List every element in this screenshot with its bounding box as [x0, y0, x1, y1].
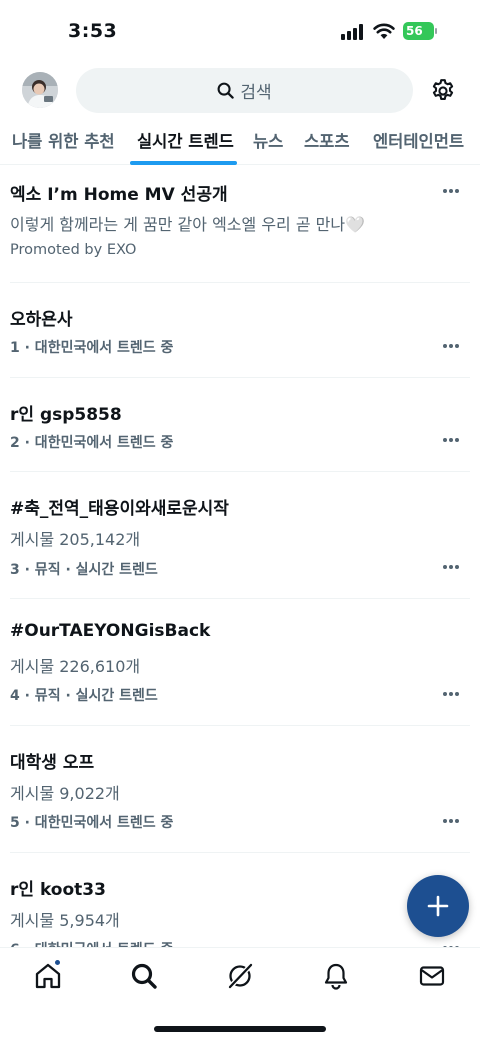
cellular-signal-icon	[341, 24, 363, 40]
home-indicator	[154, 1026, 326, 1032]
tab-sports[interactable]: 스포츠	[304, 128, 350, 152]
more-options-icon[interactable]	[442, 691, 460, 697]
trend-meta: 1 · 대한민국에서 트렌드 중	[10, 340, 174, 356]
trend-item[interactable]: #OurTAEYONGisBack 게시물 226,610개 4 · 뮤직 · …	[10, 599, 470, 726]
mail-icon[interactable]	[417, 961, 447, 991]
trend-item[interactable]: 오하욘사 1 · 대한민국에서 트렌드 중	[10, 283, 470, 378]
trend-title: 오하욘사	[10, 310, 73, 330]
trend-title: r인 koot33	[10, 880, 106, 900]
grok-icon[interactable]	[225, 961, 255, 991]
battery-nub	[435, 28, 437, 34]
battery-indicator: 56	[403, 22, 437, 40]
trend-post-count: 게시물 205,142개	[10, 530, 141, 549]
more-options-icon[interactable]	[442, 818, 460, 824]
plus-icon	[427, 895, 449, 917]
trend-post-count: 게시물 9,022개	[10, 784, 120, 803]
bell-icon[interactable]	[321, 961, 351, 991]
promoted-trend[interactable]: 엑소 I’m Home MV 선공개 이렇게 함께라는 게 꿈만 같아 엑소엘 …	[10, 165, 470, 283]
explore-tabs: 나를 위한 추천 실시간 트렌드 뉴스 스포츠 엔터테인먼트	[0, 120, 480, 165]
status-time: 3:53	[68, 20, 118, 42]
trend-meta: 5 · 대한민국에서 트렌드 중	[10, 815, 174, 831]
trend-item[interactable]: r인 gsp5858 2 · 대한민국에서 트렌드 중	[10, 378, 470, 472]
tab-for-you[interactable]: 나를 위한 추천	[12, 128, 115, 152]
trend-post-count: 게시물 226,610개	[10, 657, 141, 676]
trend-item[interactable]: 대학생 오프 게시물 9,022개 5 · 대한민국에서 트렌드 중	[10, 726, 470, 853]
trend-meta: 2 · 대한민국에서 트렌드 중	[10, 435, 174, 451]
battery-level: 56	[403, 22, 434, 40]
profile-avatar[interactable]	[22, 72, 58, 108]
more-options-icon[interactable]	[442, 343, 460, 349]
home-notification-dot	[54, 959, 61, 966]
trends-feed[interactable]: 엑소 I’m Home MV 선공개 이렇게 함께라는 게 꿈만 같아 엑소엘 …	[0, 165, 480, 947]
trend-meta: 6 · 대한민국에서 트렌드 중	[10, 939, 173, 947]
trend-post-count: 게시물 5,954개	[10, 911, 120, 930]
tab-trending[interactable]: 실시간 트렌드	[137, 128, 234, 152]
top-header: 검색	[0, 64, 480, 120]
trend-meta: 4 · 뮤직 · 실시간 트렌드	[10, 688, 158, 704]
search-icon	[217, 82, 235, 99]
search-placeholder: 검색	[240, 83, 272, 103]
bottom-navigation	[0, 947, 480, 1040]
trend-item[interactable]: r인 koot33 게시물 5,954개 6 · 대한민국에서 트렌드 중	[10, 853, 470, 947]
trend-meta: 3 · 뮤직 · 실시간 트렌드	[10, 562, 158, 578]
more-options-icon[interactable]	[442, 188, 460, 194]
avatar-image-icon	[22, 72, 58, 108]
more-options-icon[interactable]	[442, 564, 460, 570]
wifi-icon	[373, 23, 395, 39]
status-bar: 3:53 56	[0, 0, 480, 64]
compose-post-button[interactable]	[407, 875, 469, 937]
promoted-text: 이렇게 함께라는 게 꿈만 같아 엑소엘 우리 곧 만나🤍	[10, 215, 366, 234]
tab-news[interactable]: 뉴스	[253, 128, 283, 152]
trend-title: #축_전역_태용이와새로운시작	[10, 499, 229, 519]
search-icon[interactable]	[129, 961, 159, 991]
trend-item[interactable]: #축_전역_태용이와새로운시작 게시물 205,142개 3 · 뮤직 · 실시…	[10, 472, 470, 599]
trend-title: r인 gsp5858	[10, 405, 122, 425]
trend-title: 대학생 오프	[10, 753, 95, 773]
gear-icon[interactable]	[430, 78, 456, 104]
promoted-title: 엑소 I’m Home MV 선공개	[10, 185, 228, 205]
tab-entertainment[interactable]: 엔터테인먼트	[373, 128, 464, 152]
more-options-icon[interactable]	[442, 437, 460, 443]
search-bar[interactable]: 검색	[76, 68, 413, 113]
trend-title: #OurTAEYONGisBack	[10, 621, 211, 641]
promoted-by-label: Promoted by EXO	[10, 242, 137, 258]
